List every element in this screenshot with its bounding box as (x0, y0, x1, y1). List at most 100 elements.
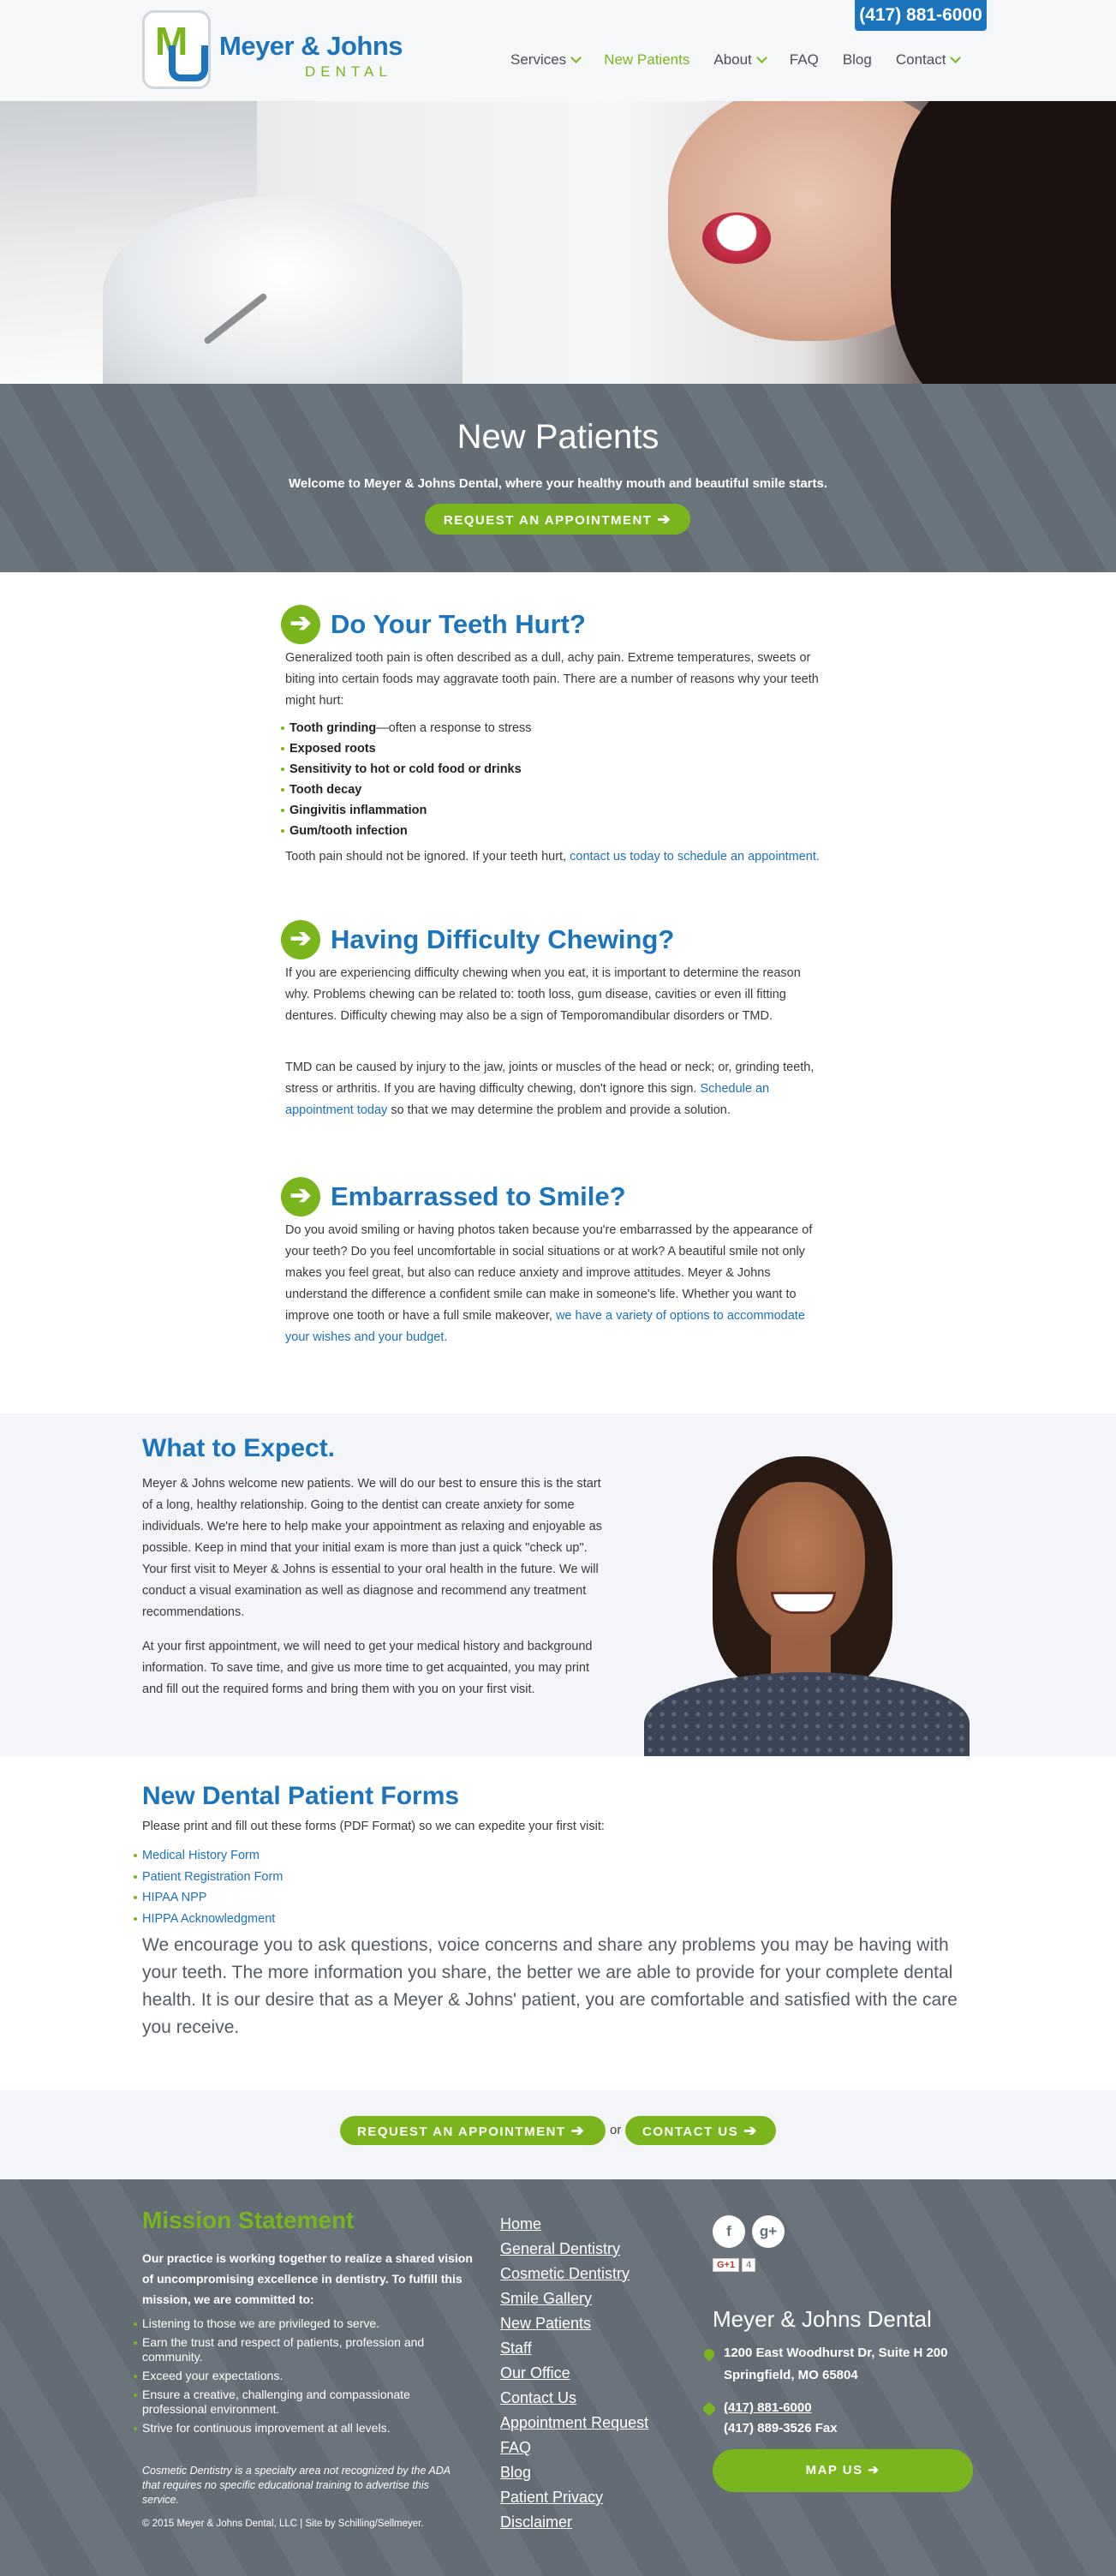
footer-link-faq[interactable]: FAQ (500, 2436, 648, 2460)
nav-faq[interactable]: FAQ (790, 51, 819, 69)
hero-image (0, 101, 1116, 384)
section-heading: ➔ Do Your Teeth Hurt? (281, 605, 586, 644)
list-item: Exceed your expectations. (134, 2369, 476, 2383)
medical-history-form-link[interactable]: Medical History Form (142, 1849, 260, 1862)
chewing-paragraph-2: TMD can be caused by injury to the jaw, … (285, 1061, 815, 1117)
footer-link-new-patients[interactable]: New Patients (500, 2311, 648, 2336)
practice-name: Meyer & Johns Dental (713, 2306, 932, 2332)
chevron-down-icon (755, 52, 767, 63)
list-item: Sensitivity to hot or cold food or drink… (281, 759, 532, 780)
facebook-icon[interactable]: f (713, 2215, 745, 2248)
list-item: Earn the trust and respect of patients, … (134, 2335, 476, 2364)
section-heading: ➔ Embarrassed to Smile? (281, 1177, 626, 1216)
list-item: Tooth grinding—often a response to stres… (281, 718, 532, 738)
footer-link-appointment-request[interactable]: Appointment Request (500, 2411, 648, 2436)
arrow-right-icon: ➔ (868, 2463, 880, 2477)
section-heading: ➔ Having Difficulty Chewing? (281, 920, 674, 959)
footer-link-patient-privacy[interactable]: Patient Privacy (500, 2485, 648, 2510)
footer-link-our-office[interactable]: Our Office (500, 2361, 648, 2386)
footer-link-general-dentistry[interactable]: General Dentistry (500, 2237, 648, 2262)
footer-phone-link[interactable]: (417) 881-6000 (724, 2400, 812, 2415)
footer-link-home[interactable]: Home (500, 2212, 648, 2237)
list-item: HIPAA NPP (134, 1887, 283, 1909)
arrow-circle-icon: ➔ (281, 1177, 320, 1216)
main-nav: Services New Patients About FAQ Blog Con… (510, 51, 983, 69)
arrow-circle-icon: ➔ (281, 605, 320, 644)
arrow-circle-icon: ➔ (281, 920, 320, 959)
map-us-button[interactable]: MAP US ➔ (713, 2449, 973, 2492)
list-item: Exposed roots (281, 738, 532, 759)
site-logo[interactable]: M Meyer & Johns DENTAL (142, 10, 408, 89)
chewing-paragraph-1: If you are experiencing difficulty chewi… (285, 966, 801, 1023)
nav-services[interactable]: Services (510, 51, 582, 69)
footer-link-smile-gallery[interactable]: Smile Gallery (500, 2286, 648, 2311)
google-plus-one-widget[interactable]: G+1 4 (713, 2258, 756, 2272)
logo-subtitle: DENTAL (305, 63, 392, 80)
page-title: New Patients (457, 418, 659, 456)
nav-about[interactable]: About (713, 51, 767, 69)
list-item: Medical History Form (134, 1845, 283, 1867)
expect-title: What to Expect. (142, 1434, 336, 1462)
contact-us-button[interactable]: CONTACT US ➔ (625, 2116, 776, 2145)
footer-link-staff[interactable]: Staff (500, 2336, 648, 2361)
mission-title: Mission Statement (142, 2207, 355, 2233)
arrow-right-icon: ➔ (657, 511, 672, 528)
cta-bar: REQUEST AN APPOINTMENT ➔ or CONTACT US ➔ (0, 2090, 1116, 2179)
logo-name: Meyer & Johns (219, 31, 403, 61)
fax-number: (417) 889-3526 Fax (724, 2421, 838, 2436)
smiling-woman-photo (644, 1448, 970, 1756)
forms-intro: Please print and fill out these forms (P… (142, 1820, 605, 1833)
footer-link-disclaimer[interactable]: Disclaimer (500, 2510, 648, 2535)
nav-blog[interactable]: Blog (843, 51, 872, 69)
list-item: Tooth decay (281, 780, 532, 800)
teeth-causes-list: Tooth grinding—often a response to stres… (281, 718, 532, 841)
list-item: Gum/tooth infection (281, 821, 532, 841)
mission-list: Listening to those we are privileged to … (134, 2316, 476, 2440)
hipaa-acknowledgment-link[interactable]: HIPPA Acknowledgment (142, 1912, 275, 1926)
forms-title: New Dental Patient Forms (142, 1782, 460, 1810)
schedule-appointment-link[interactable]: contact us today to schedule an appointm… (570, 850, 820, 864)
teeth-intro: Generalized tooth pain is often describe… (285, 651, 819, 708)
nav-contact[interactable]: Contact (896, 51, 962, 69)
list-item: Strive for continuous improvement at all… (134, 2421, 476, 2436)
footer-link-cosmetic-dentistry[interactable]: Cosmetic Dentistry (500, 2262, 648, 2286)
section-what-to-expect: What to Expect. Meyer & Johns welcome ne… (0, 1414, 1116, 1756)
address-line-2: Springfield, MO 65804 (724, 2368, 858, 2382)
logo-mark-icon: M (142, 10, 211, 89)
cosmetic-disclaimer: Cosmetic Dentistry is a specialty area n… (142, 2465, 451, 2506)
request-appointment-button[interactable]: REQUEST AN APPOINTMENT ➔ (340, 2116, 606, 2145)
list-item: Ensure a creative, challenging and compa… (134, 2388, 476, 2417)
site-header: (417) 881-6000 M Meyer & Johns DENTAL Se… (0, 0, 1116, 101)
teeth-outro: Tooth pain should not be ignored. If you… (285, 850, 820, 864)
page-banner: New Patients Welcome to Meyer & Johns De… (0, 384, 1116, 572)
google-plus-icon[interactable]: g+ (752, 2215, 785, 2248)
expect-paragraph-1: Meyer & Johns welcome new patients. We w… (142, 1477, 602, 1619)
footer-nav: Home General Dentistry Cosmetic Dentistr… (500, 2212, 648, 2535)
site-footer: Mission Statement Our practice is workin… (0, 2179, 1116, 2576)
map-pin-icon (701, 2346, 717, 2362)
social-links: f g+ (713, 2215, 785, 2248)
or-text: or (610, 2123, 622, 2137)
footer-link-contact-us[interactable]: Contact Us (500, 2386, 648, 2411)
arrow-right-icon: ➔ (743, 2122, 758, 2139)
hipaa-npp-link[interactable]: HIPAA NPP (142, 1891, 206, 1904)
smile-paragraph: Do you avoid smiling or having photos ta… (285, 1223, 813, 1344)
list-item: HIPPA Acknowledgment (134, 1909, 283, 1930)
patient-registration-form-link[interactable]: Patient Registration Form (142, 1870, 283, 1884)
banner-subtitle: Welcome to Meyer & Johns Dental, where y… (288, 476, 828, 491)
chevron-down-icon (570, 52, 582, 63)
mission-lead: Our practice is working together to real… (142, 2251, 473, 2306)
header-phone-button[interactable]: (417) 881-6000 (855, 0, 987, 31)
expect-paragraph-2: At your first appointment, we will need … (142, 1640, 593, 1696)
chevron-down-icon (950, 52, 962, 63)
arrow-right-icon: ➔ (570, 2122, 586, 2139)
copyright: © 2015 Meyer & Johns Dental, LLC | Site … (142, 2519, 424, 2529)
request-appointment-button[interactable]: REQUEST AN APPOINTMENT ➔ (425, 504, 690, 535)
forms-closing: We encourage you to ask questions, voice… (142, 1935, 958, 2037)
list-item: Gingivitis inflammation (281, 800, 532, 821)
forms-list: Medical History Form Patient Registratio… (134, 1845, 283, 1929)
address-line-1: 1200 East Woodhurst Dr, Suite H 200 (724, 2346, 948, 2360)
footer-link-blog[interactable]: Blog (500, 2460, 648, 2485)
list-item: Patient Registration Form (134, 1867, 283, 1888)
nav-new-patients[interactable]: New Patients (604, 51, 689, 69)
